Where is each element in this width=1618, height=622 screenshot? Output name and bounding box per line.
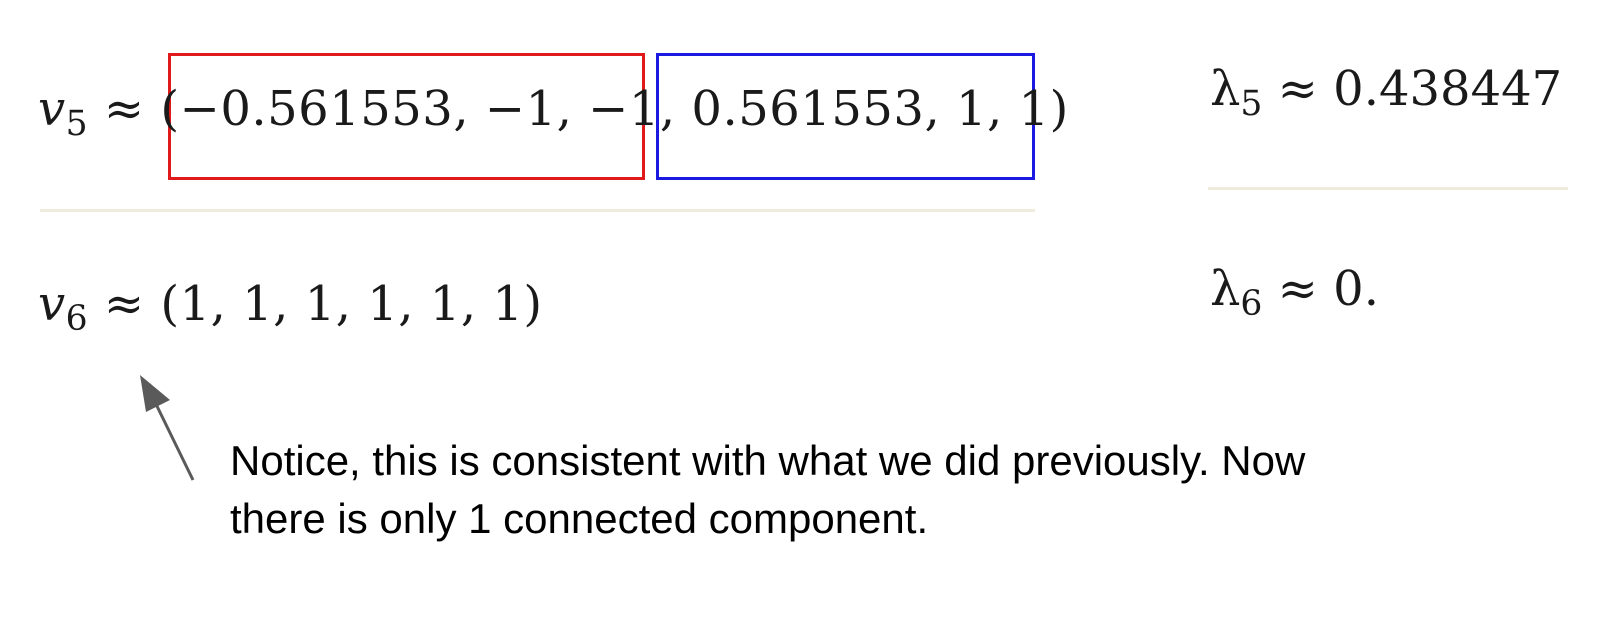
l5-relation: ≈	[1277, 61, 1318, 117]
v6-relation: ≈	[103, 276, 145, 332]
annotation-note: Notice, this is consistent with what we …	[230, 432, 1305, 548]
l5-value: 0.438447	[1333, 61, 1563, 117]
l5-symbol: λ	[1210, 61, 1241, 117]
v5-second-half: 0.561553, 1, 1)	[691, 81, 1069, 137]
l5-subscript: 5	[1240, 83, 1263, 124]
v5-open-paren: (	[160, 81, 180, 137]
eigenvalue-l5: λ5 ≈ 0.438447	[1210, 65, 1562, 121]
v5-symbol: v	[38, 81, 66, 137]
eigenvector-v6: v6 ≈ (1, 1, 1, 1, 1, 1)	[38, 280, 543, 336]
annotation-line-1: Notice, this is consistent with what we …	[230, 437, 1306, 484]
v5-first-half: −0.561553, −1, −1,	[179, 81, 676, 137]
eigenvalue-l6: λ6 ≈ 0.	[1210, 265, 1379, 321]
v5-subscript: 5	[65, 103, 89, 144]
pointer-arrow-icon	[140, 375, 195, 481]
v5-relation: ≈	[103, 81, 145, 137]
l6-symbol: λ	[1210, 261, 1241, 317]
v6-value: (1, 1, 1, 1, 1, 1)	[160, 276, 543, 332]
divider-left	[40, 209, 1035, 212]
l6-relation: ≈	[1277, 261, 1318, 317]
v6-symbol: v	[38, 276, 66, 332]
v6-subscript: 6	[65, 298, 89, 339]
l6-value: 0.	[1333, 261, 1379, 317]
annotation-line-2: there is only 1 connected component.	[230, 495, 929, 542]
eigenvector-v5: v5 ≈ (−0.561553, −1, −1, 0.561553, 1, 1)	[38, 85, 1069, 141]
divider-right	[1208, 187, 1568, 190]
l6-subscript: 6	[1240, 283, 1263, 324]
